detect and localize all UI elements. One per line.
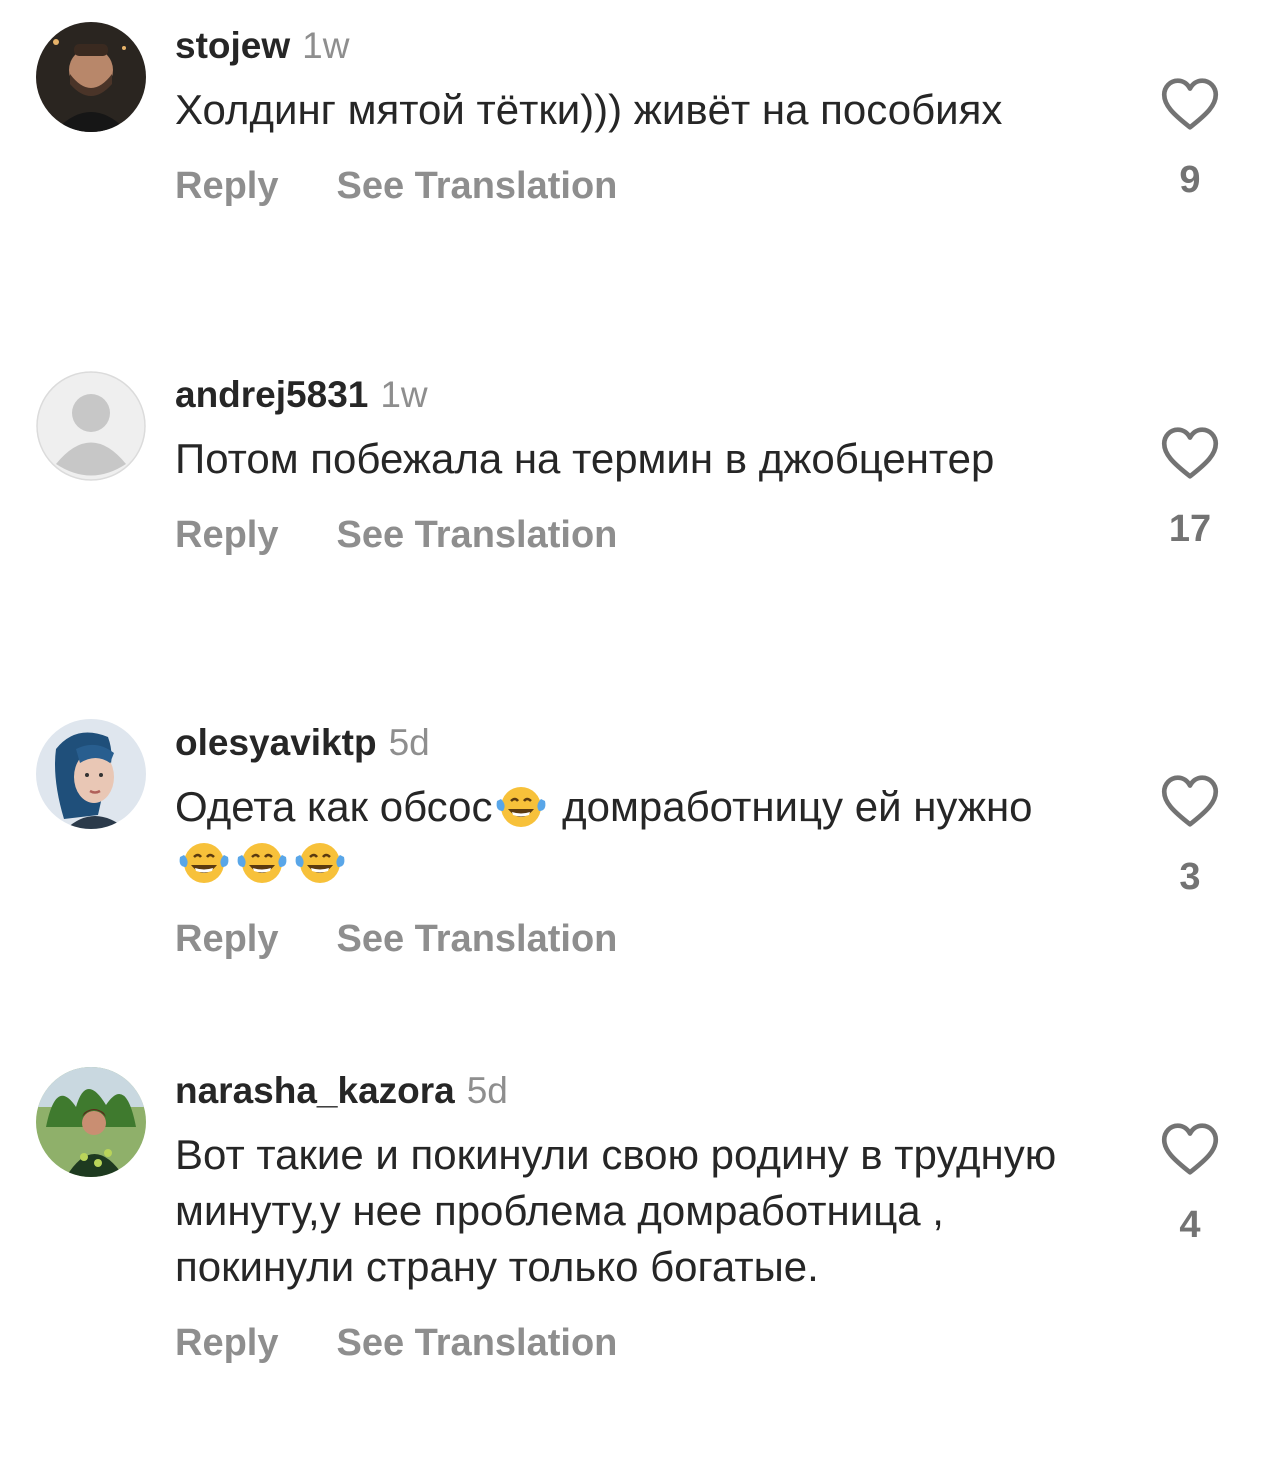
timestamp: 1w (380, 374, 428, 415)
comments-list: stojew 1w Холдинг мятой тётки))) живёт н… (0, 0, 1281, 1469)
timestamp: 5d (388, 722, 430, 763)
comment-body: stojew 1w Холдинг мятой тётки))) живёт н… (175, 22, 1075, 208)
heart-outline-icon[interactable] (1160, 77, 1220, 131)
comment-text: Холдинг мятой тётки))) живёт на пособиях (175, 86, 1003, 133)
comment-body: narasha_kazora 5d Вот такие и покинули с… (175, 1067, 1075, 1365)
like-count: 3 (1179, 856, 1201, 898)
avatar-photo (36, 1067, 146, 1177)
like-count: 4 (1179, 1204, 1201, 1246)
username[interactable]: olesyaviktp (175, 719, 377, 767)
heart-outline-icon[interactable] (1160, 1122, 1220, 1176)
comment-body: andrej5831 1w Потом побежала на термин в… (175, 371, 1075, 557)
username[interactable]: narasha_kazora (175, 1067, 455, 1115)
avatar[interactable] (36, 719, 146, 829)
comment-actions: Reply See Translation (175, 165, 1075, 208)
comment-meta: narasha_kazora 5d (175, 1067, 1075, 1115)
comment-text: Одета как обсос домработницу ей нужно (175, 779, 1075, 891)
see-translation-button[interactable]: See Translation (336, 514, 617, 557)
timestamp: 1w (302, 25, 350, 66)
reply-button[interactable]: Reply (175, 1322, 278, 1365)
like-control: 3 (1150, 774, 1230, 899)
comment-actions: Reply See Translation (175, 1322, 1075, 1365)
reply-button[interactable]: Reply (175, 514, 278, 557)
avatar-photo (36, 719, 146, 829)
comment-text: Потом побежала на термин в джобцентер (175, 435, 995, 482)
heart-outline-icon[interactable] (1160, 426, 1220, 480)
like-control: 4 (1150, 1122, 1230, 1247)
comment-meta: stojew 1w (175, 22, 1075, 70)
heart-outline-icon[interactable] (1160, 774, 1220, 828)
see-translation-button[interactable]: See Translation (336, 918, 617, 961)
comment-text-part: Одета как обсос (175, 783, 493, 830)
reply-button[interactable]: Reply (175, 165, 278, 208)
avatar-photo (36, 22, 146, 132)
like-count: 17 (1168, 508, 1212, 550)
like-count: 9 (1179, 159, 1201, 201)
avatar[interactable] (36, 1067, 146, 1177)
avatar[interactable] (36, 22, 146, 132)
comment-text: Вот такие и покинули свою родину в трудн… (175, 1131, 1057, 1290)
avatar[interactable] (36, 371, 146, 481)
see-translation-button[interactable]: See Translation (336, 165, 617, 208)
see-translation-button[interactable]: See Translation (336, 1322, 617, 1365)
like-control: 17 (1150, 426, 1230, 551)
tears-of-joy-emoji-icon (234, 837, 290, 885)
comment-text-part: домработницу ей нужно (550, 783, 1033, 830)
like-control: 9 (1150, 77, 1230, 202)
reply-button[interactable]: Reply (175, 918, 278, 961)
tears-of-joy-emoji-icon (176, 837, 232, 885)
default-avatar-icon (36, 371, 146, 481)
comment-actions: Reply See Translation (175, 514, 1075, 557)
timestamp: 5d (466, 1070, 508, 1111)
username[interactable]: andrej5831 (175, 371, 368, 419)
comment-body: olesyaviktp 5d Одета как обсос домработн… (175, 719, 1075, 961)
username[interactable]: stojew (175, 22, 290, 70)
comment-meta: olesyaviktp 5d (175, 719, 1075, 767)
tears-of-joy-emoji-icon (292, 837, 348, 885)
comment-actions: Reply See Translation (175, 918, 1075, 961)
comment-meta: andrej5831 1w (175, 371, 1075, 419)
tears-of-joy-emoji-icon (493, 781, 549, 829)
